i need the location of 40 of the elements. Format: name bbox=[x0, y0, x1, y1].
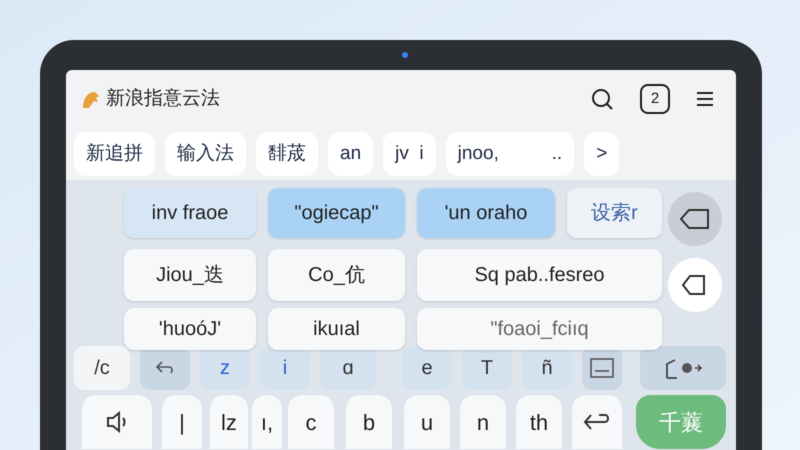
suggestion-bubble[interactable]: Jiou_迭 bbox=[124, 249, 256, 301]
key[interactable]: | bbox=[162, 395, 202, 449]
key[interactable]: c bbox=[288, 395, 334, 449]
menu-icon[interactable] bbox=[696, 91, 714, 107]
suggestion-bubble[interactable]: Sq pab..fesreo bbox=[417, 249, 662, 301]
share-key[interactable] bbox=[640, 346, 726, 390]
search-icon[interactable] bbox=[590, 87, 614, 111]
alarm-clock-badge[interactable]: 2 bbox=[640, 84, 670, 114]
app-title: 新浪指意云法 bbox=[106, 86, 220, 111]
suggestion-bubble[interactable]: "ogiecap" bbox=[268, 188, 405, 238]
picture-frame-icon bbox=[589, 357, 615, 379]
candidate-chip[interactable]: > bbox=[584, 132, 620, 176]
suggestion-bubble[interactable]: inv fraoe bbox=[124, 188, 256, 238]
key[interactable]: i bbox=[260, 346, 310, 390]
suggestion-bubble[interactable]: 设索r bbox=[567, 188, 662, 238]
undo-icon bbox=[155, 360, 175, 376]
key[interactable]: e bbox=[402, 346, 452, 390]
return-key[interactable] bbox=[572, 395, 622, 449]
candidate-chip[interactable]: 馡荿 bbox=[256, 132, 318, 176]
candidate-chip[interactable]: jv i bbox=[383, 132, 436, 176]
tag-icon bbox=[682, 273, 708, 297]
key[interactable]: ı, bbox=[252, 395, 282, 449]
return-icon bbox=[583, 412, 611, 432]
suggestion-bubble[interactable]: ikuıal bbox=[268, 308, 405, 350]
key[interactable]: lz bbox=[210, 395, 248, 449]
speaker-key[interactable] bbox=[82, 395, 152, 449]
candidate-chip[interactable]: 输入法 bbox=[165, 132, 246, 176]
suggestion-bubble[interactable]: 'huoóJ' bbox=[124, 308, 256, 350]
key[interactable]: b bbox=[346, 395, 392, 449]
candidate-chip[interactable]: 新追拼 bbox=[74, 132, 155, 176]
key[interactable]: /c bbox=[74, 346, 130, 390]
key[interactable]: n bbox=[460, 395, 506, 449]
key[interactable]: th bbox=[516, 395, 562, 449]
candidate-chip[interactable]: an bbox=[328, 132, 374, 176]
suggestion-bubble[interactable]: "foaoi_fciıq bbox=[417, 308, 662, 350]
suggestion-bubble[interactable]: Co_伉 bbox=[268, 249, 405, 301]
suggestion-bubble[interactable]: 'un oraho bbox=[417, 188, 555, 238]
candidate-chip[interactable]: jnoo, .. bbox=[446, 132, 574, 176]
key[interactable]: u bbox=[404, 395, 450, 449]
backspace-icon bbox=[680, 209, 710, 229]
